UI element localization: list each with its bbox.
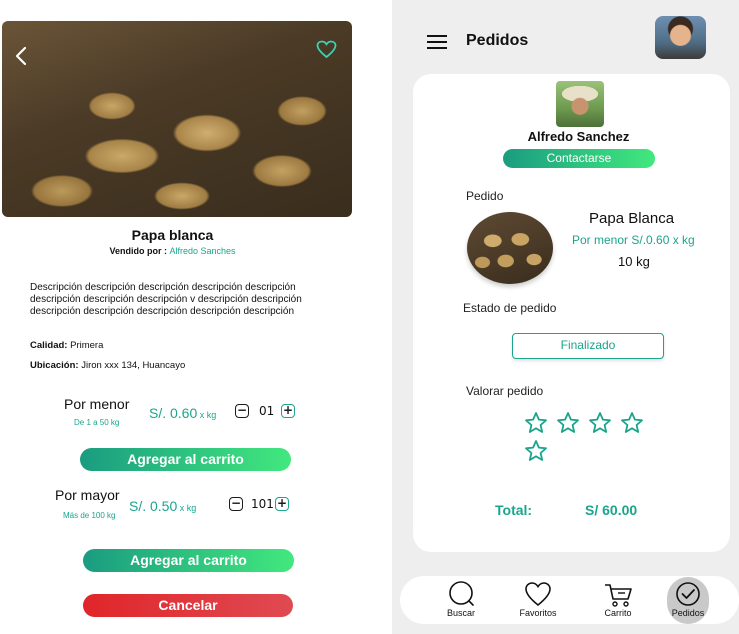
quality-value: Primera [67, 340, 104, 351]
rate-label: Valorar pedido [466, 384, 544, 398]
product-description: Descripción descripción descripción desc… [30, 282, 302, 317]
product-image [2, 21, 352, 217]
star-icon-5[interactable] [524, 439, 548, 463]
retail-minus-button[interactable]: − [235, 404, 249, 418]
add-to-cart-retail-button[interactable]: Agregar al carrito [80, 448, 291, 471]
retail-range: De 1 a 50 kg [74, 418, 120, 427]
seller-avatar [556, 81, 604, 127]
wholesale-price: S/. 0.50 x kg [129, 498, 196, 514]
bottom-nav: Buscar Favoritos Carrito Pedidos [400, 576, 739, 624]
add-to-cart-wholesale-button[interactable]: Agregar al carrito [83, 549, 294, 572]
total-label: Total: [495, 502, 533, 518]
retail-label: Por menor [64, 396, 130, 412]
order-card: Alfredo Sanchez Contactarse Pedido Papa … [413, 74, 730, 552]
star-icon-2[interactable] [556, 411, 580, 435]
sold-by-line: Vendido por : Alfredo Sanches [0, 246, 345, 256]
nav-item-pedidos[interactable]: Pedidos [661, 580, 715, 618]
total-value: S/ 60.00 [585, 502, 638, 518]
status-label: Estado de pedido [463, 301, 557, 315]
seller-link[interactable]: Alfredo Sanches [169, 246, 235, 256]
location-row: Ubicación: Jiron xxx 134, Huancayo [30, 360, 185, 371]
cancel-button[interactable]: Cancelar [83, 594, 293, 617]
order-product-price: Por menor S/.0.60 x kg [572, 233, 695, 247]
retail-price: S/. 0.60 x kg [149, 405, 216, 421]
order-product-qty: 10 kg [618, 254, 650, 269]
retail-price-value: S/. 0.60 [149, 405, 198, 421]
order-product-name: Papa Blanca [589, 210, 675, 227]
wholesale-qty: 101 [251, 497, 274, 511]
nav-label-carrito: Carrito [604, 608, 632, 618]
quality-label: Calidad: [30, 340, 68, 351]
nav-item-carrito[interactable]: Carrito [591, 580, 645, 618]
wholesale-price-unit: x kg [177, 503, 197, 513]
page-title: Pedidos [466, 32, 529, 49]
star-icon-3[interactable] [588, 411, 612, 435]
user-avatar[interactable] [655, 16, 706, 59]
product-detail-screen: Papa blanca Vendido por : Alfredo Sanche… [0, 0, 392, 634]
status-badge: Finalizado [512, 333, 664, 359]
rating-stars [524, 411, 659, 461]
retail-qty: 01 [259, 404, 275, 418]
orders-screen: Pedidos Alfredo Sanchez Contactarse Pedi… [392, 0, 739, 634]
cart-icon [605, 584, 632, 607]
back-arrow-icon[interactable] [14, 46, 28, 70]
nav-item-buscar[interactable]: Buscar [434, 580, 488, 618]
order-product-image [467, 212, 553, 284]
product-title: Papa blanca [131, 227, 214, 243]
wholesale-plus-button[interactable]: + [275, 497, 289, 511]
check-circle-icon [676, 582, 700, 606]
star-icon-1[interactable] [524, 411, 548, 435]
location-value: Jiron xxx 134, Huancayo [78, 360, 186, 371]
nav-item-favoritos[interactable]: Favoritos [511, 580, 565, 618]
retail-plus-button[interactable]: + [281, 404, 295, 418]
hamburger-menu-icon[interactable] [427, 35, 447, 49]
search-icon [449, 581, 474, 606]
nav-label-buscar: Buscar [446, 608, 475, 618]
favorite-heart-icon[interactable] [316, 40, 337, 63]
location-label: Ubicación: [30, 360, 79, 371]
nav-label-pedidos: Pedidos [671, 608, 705, 618]
contact-button[interactable]: Contactarse [503, 149, 655, 168]
star-icon-4[interactable] [620, 411, 644, 435]
order-label: Pedido [466, 189, 504, 203]
wholesale-label: Por mayor [55, 487, 120, 503]
heart-icon [525, 582, 551, 607]
retail-price-unit: x kg [197, 410, 217, 420]
nav-label-favoritos: Favoritos [519, 608, 557, 618]
seller-name: Alfredo Sanchez [527, 129, 630, 144]
sold-by-label: Vendido por : [109, 246, 170, 256]
wholesale-price-value: S/. 0.50 [129, 498, 178, 514]
wholesale-minus-button[interactable]: − [229, 497, 243, 511]
wholesale-range: Más de 100 kg [63, 511, 116, 520]
quality-row: Calidad: Primera [30, 340, 103, 351]
